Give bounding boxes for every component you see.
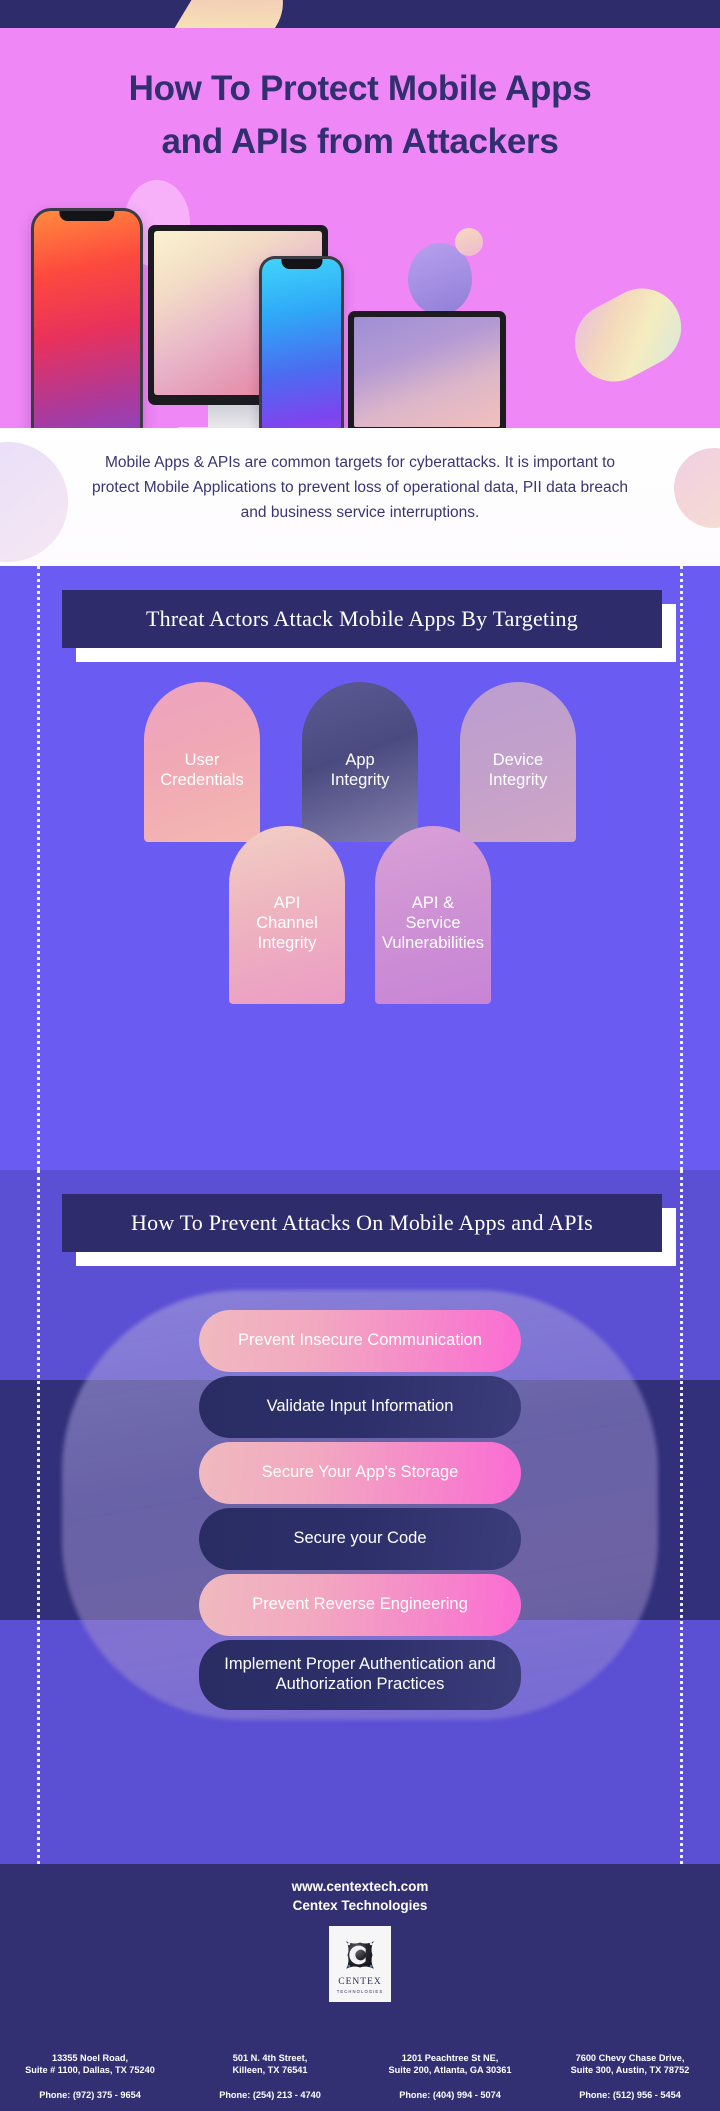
footer-website[interactable]: www.centextech.com	[0, 1879, 720, 1894]
threats-banner: Threat Actors Attack Mobile Apps By Targ…	[62, 590, 676, 662]
threat-item-label: API Channel Integrity	[256, 893, 318, 953]
hero-section: How To Protect Mobile Apps and APIs from…	[0, 28, 720, 428]
prevent-item-label: Secure Your App's Storage	[261, 1463, 459, 1482]
prevent-item-validate-input: Validate Input Information	[199, 1376, 521, 1438]
prevent-banner-label: How To Prevent Attacks On Mobile Apps an…	[131, 1210, 593, 1235]
decorative-capsule-shape	[153, 0, 299, 28]
address-line-1: 7600 Chevy Chase Drive,	[575, 2052, 685, 2063]
intro-paragraph: Mobile Apps & APIs are common targets fo…	[92, 454, 628, 522]
threats-arch-row-2: API Channel Integrity API & Service Vulnerab…	[0, 826, 720, 1004]
phone-small-illustration	[259, 256, 344, 428]
prevent-section: How To Prevent Attacks On Mobile Apps an…	[0, 1170, 720, 1864]
threat-item-user-credentials: User Credentials	[144, 682, 260, 842]
prevent-item-secure-code: Secure your Code	[199, 1508, 521, 1570]
infographic-page: How To Protect Mobile Apps and APIs from…	[0, 0, 720, 2111]
prevent-item-authentication-authorization: Implement Proper Authentication and Auth…	[199, 1640, 521, 1710]
intro-section: Mobile Apps & APIs are common targets fo…	[0, 428, 720, 566]
threats-banner-box: Threat Actors Attack Mobile Apps By Targ…	[62, 590, 662, 648]
prevent-banner-box: How To Prevent Attacks On Mobile Apps an…	[62, 1194, 662, 1252]
footer-addresses: 13355 Noel Road, Suite # 1100, Dallas, T…	[0, 2052, 720, 2101]
threat-item-device-integrity: Device Integrity	[460, 682, 576, 842]
threat-item-api-channel-integrity: API Channel Integrity	[229, 826, 345, 1004]
address-phone: Phone: (972) 375 - 9654	[39, 2089, 141, 2100]
page-title-line-2: and APIs from Attackers	[161, 122, 559, 162]
address-line-2: Killeen, TX 76541	[232, 2065, 308, 2076]
address-phone: Phone: (404) 994 - 5074	[399, 2089, 501, 2100]
prevent-item-label: Prevent Reverse Engineering	[252, 1595, 468, 1614]
prevent-item-label: Validate Input Information	[266, 1397, 454, 1416]
centex-logo-tagline: TECHNOLOGIES	[336, 1988, 384, 1994]
threats-section: Threat Actors Attack Mobile Apps By Targ…	[0, 566, 720, 1170]
threats-banner-label: Threat Actors Attack Mobile Apps By Targ…	[146, 606, 578, 631]
address-line-2: Suite 200, Atlanta, GA 30361	[388, 2065, 512, 2076]
phone-large-illustration	[31, 208, 143, 428]
prevent-item-reverse-engineering: Prevent Reverse Engineering	[199, 1574, 521, 1636]
threat-item-label: Device Integrity	[488, 750, 548, 789]
address-line-2: Suite 300, Austin, TX 78752	[570, 2065, 690, 2076]
address-line-1: 13355 Noel Road,	[51, 2052, 129, 2063]
footer-address-killeen: 501 N. 4th Street, Killeen, TX 76541 Pho…	[180, 2052, 360, 2101]
page-title-line-1: How To Protect Mobile Apps	[128, 69, 592, 108]
phone-small-notch	[280, 259, 323, 269]
threats-arch-row-1: User Credentials App Integrity Device Integ…	[0, 682, 720, 842]
decorative-blob-c	[455, 228, 483, 256]
centex-logo: CENTEX TECHNOLOGIES	[329, 1926, 391, 2002]
threat-item-app-integrity: App Integrity	[302, 682, 418, 842]
address-phone: Phone: (512) 956 - 5454	[579, 2089, 681, 2100]
threat-item-api-service-vulnerabilities: API & Service Vulnerabilities	[375, 826, 491, 1004]
page-title: How To Protect Mobile Apps and APIs from…	[0, 28, 720, 168]
footer-address-dallas: 13355 Noel Road, Suite # 1100, Dallas, T…	[0, 2052, 180, 2101]
address-line-1: 501 N. 4th Street,	[232, 2052, 308, 2063]
laptop-screen	[354, 317, 500, 427]
footer-company-name: Centex Technologies	[292, 1898, 428, 1913]
prevent-item-insecure-communication: Prevent Insecure Communication	[199, 1310, 521, 1372]
prevent-item-label: Secure your Code	[293, 1529, 427, 1548]
top-strip	[0, 0, 720, 28]
prevent-banner: How To Prevent Attacks On Mobile Apps an…	[62, 1194, 676, 1266]
threat-item-label: API & Service Vulnerabilities	[381, 893, 485, 953]
address-phone: Phone: (254) 213 - 4740	[219, 2089, 321, 2100]
laptop-illustration	[348, 311, 506, 428]
prevent-item-label: Prevent Insecure Communication	[238, 1331, 482, 1350]
decorative-blob-d	[561, 274, 695, 396]
phone-small-screen	[262, 259, 341, 428]
prevent-item-label: Implement Proper Authentication and Auth…	[224, 1655, 496, 1693]
address-line-1: 1201 Peachtree St NE,	[401, 2052, 499, 2063]
prevent-items-list: Prevent Insecure Communication Validate …	[0, 1310, 720, 1710]
centex-logo-wordmark: CENTEX	[338, 1976, 382, 1987]
footer-section: www.centextech.com Centex Technologies C…	[0, 1864, 720, 2111]
centex-logo-mark-icon	[346, 1940, 374, 1969]
threat-item-label: App Integrity	[330, 750, 390, 789]
prevent-item-secure-storage: Secure Your App's Storage	[199, 1442, 521, 1504]
address-line-2: Suite # 1100, Dallas, TX 75240	[25, 2065, 155, 2076]
phone-large-notch	[59, 211, 115, 221]
footer-address-atlanta: 1201 Peachtree St NE, Suite 200, Atlanta…	[360, 2052, 540, 2101]
threat-item-label: User Credentials	[160, 750, 244, 789]
footer-address-austin: 7600 Chevy Chase Drive, Suite 300, Austi…	[540, 2052, 720, 2101]
phone-large-screen	[34, 211, 140, 428]
